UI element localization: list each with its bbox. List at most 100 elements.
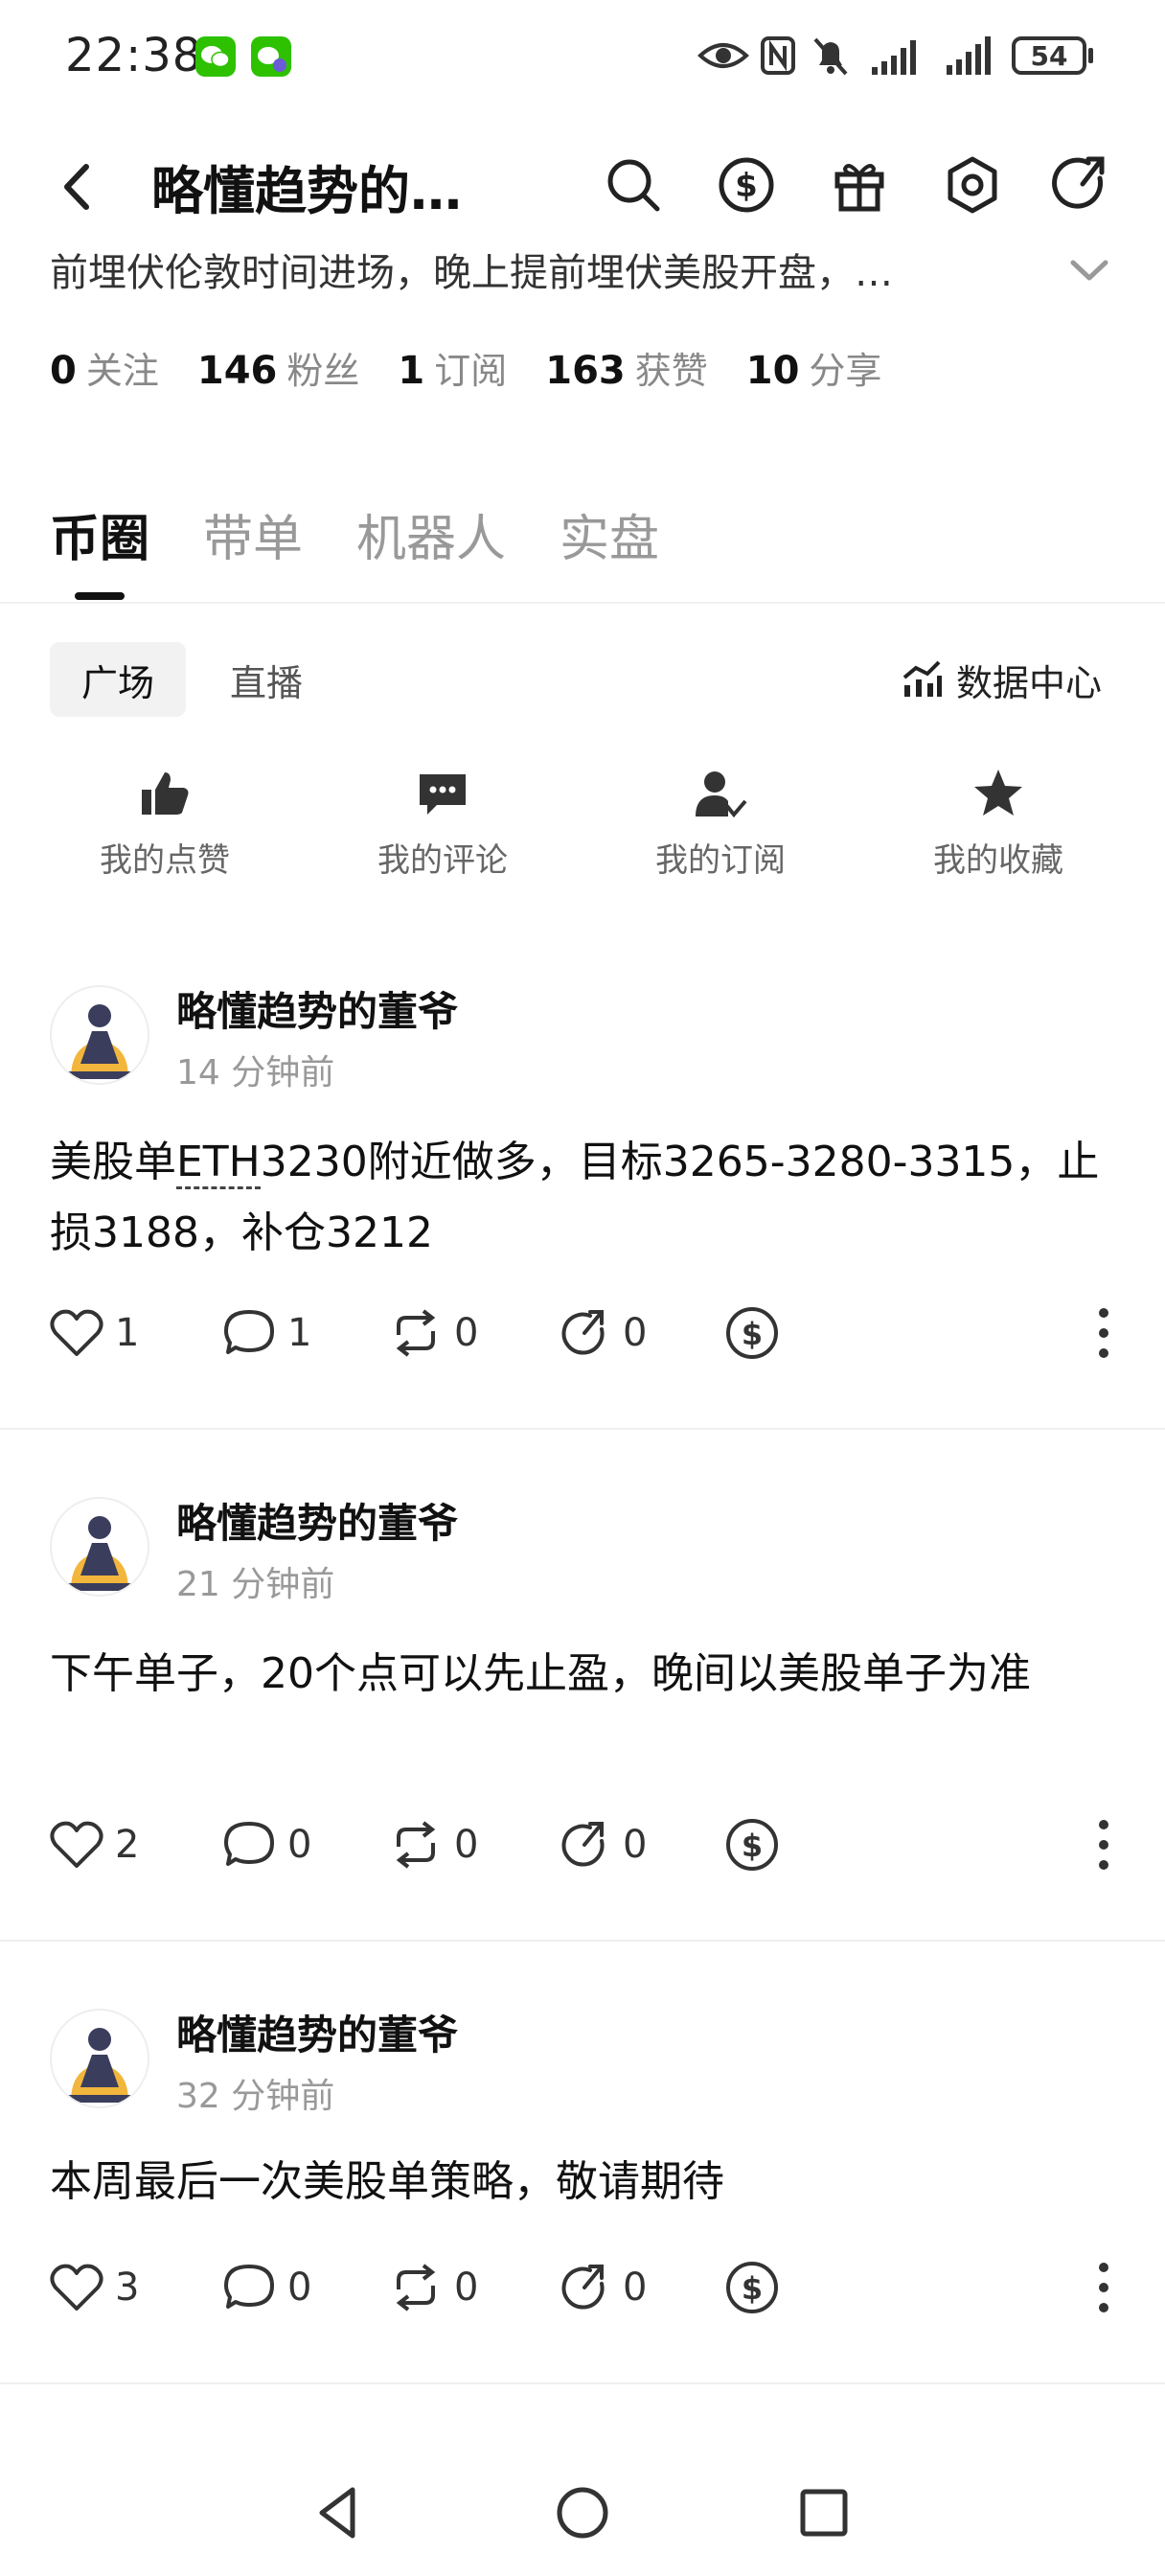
my-favorites-button[interactable]: 我的收藏 bbox=[883, 767, 1113, 881]
share-icon bbox=[561, 2265, 605, 2310]
like-count: 3 bbox=[115, 2266, 140, 2310]
my-comments-button[interactable]: 我的评论 bbox=[328, 767, 558, 881]
subtab-live[interactable]: 直播 bbox=[230, 642, 303, 717]
share-icon bbox=[561, 1822, 605, 1867]
post-actions: 3 0 0 0 $ bbox=[50, 2254, 1115, 2321]
qa-label: 我的评论 bbox=[377, 841, 508, 880]
ticker-link[interactable]: ETH bbox=[176, 1138, 261, 1189]
post-author[interactable]: 略懂趋势的董爷 bbox=[176, 2003, 458, 2061]
repost-icon bbox=[396, 2264, 436, 2312]
like-count: 2 bbox=[115, 1823, 140, 1867]
stat-label: 分享 bbox=[809, 350, 882, 392]
share-icon[interactable] bbox=[1050, 153, 1113, 217]
post-time: 32 分钟前 bbox=[176, 2077, 335, 2116]
tip-button[interactable]: $ bbox=[724, 2254, 791, 2321]
tab-indicator bbox=[75, 592, 125, 600]
post-content: 美股单ETH3230附近做多，目标3265-3280-3315，止损3188，补… bbox=[50, 1127, 1115, 1269]
avatar[interactable] bbox=[50, 985, 149, 1085]
more-icon[interactable] bbox=[1092, 1303, 1115, 1363]
stat-likes-received[interactable]: 163 获赞 bbox=[545, 341, 708, 394]
qa-label: 我的订阅 bbox=[655, 841, 786, 880]
stat-label: 获赞 bbox=[634, 350, 708, 392]
nav-home-icon[interactable] bbox=[552, 2482, 613, 2543]
my-likes-button[interactable]: 我的点赞 bbox=[50, 767, 280, 881]
chevron-down-icon[interactable] bbox=[1065, 251, 1113, 289]
divider bbox=[0, 1428, 1165, 1430]
qa-label: 我的收藏 bbox=[933, 841, 1063, 880]
repost-icon bbox=[396, 1309, 436, 1357]
repost-button[interactable]: 0 bbox=[389, 2254, 478, 2321]
more-icon[interactable] bbox=[1092, 2258, 1115, 2317]
tip-dollar-icon[interactable]: $ bbox=[715, 153, 778, 217]
tab-copy-trading[interactable]: 带单 bbox=[203, 498, 303, 570]
share-button[interactable]: 0 bbox=[558, 1811, 647, 1878]
chart-icon bbox=[902, 660, 942, 697]
stat-followers[interactable]: 146 粉丝 bbox=[197, 341, 360, 394]
subtab-plaza[interactable]: 广场 bbox=[50, 642, 186, 717]
repost-button[interactable]: 0 bbox=[389, 1300, 478, 1367]
share-button[interactable]: 0 bbox=[558, 2254, 647, 2321]
share-count: 0 bbox=[623, 1311, 648, 1355]
comment-box-icon bbox=[420, 774, 466, 815]
nav-back-icon[interactable] bbox=[308, 2482, 370, 2543]
post-card[interactable]: 略懂趋势的董爷 32 分钟前 本周最后一次美股单策略，敬请期待 3 0 0 0 … bbox=[0, 2001, 1165, 2386]
post-card[interactable]: 略懂趋势的董爷 14 分钟前 美股单ETH3230附近做多，目标3265-328… bbox=[0, 978, 1165, 1430]
tip-dollar-icon: $ bbox=[726, 2262, 778, 2313]
search-icon[interactable] bbox=[602, 153, 665, 217]
post-author[interactable]: 略懂趋势的董爷 bbox=[176, 1491, 458, 1550]
settings-icon[interactable] bbox=[941, 153, 1004, 217]
post-card[interactable]: 略懂趋势的董爷 21 分钟前 下午单子，20个点可以先止盈，晚间以美股单子为准 … bbox=[0, 1489, 1165, 1942]
status-bar: 22:38 54 bbox=[0, 0, 1165, 115]
like-button[interactable]: 3 bbox=[50, 2254, 139, 2321]
stat-label: 关注 bbox=[85, 350, 159, 392]
stat-shares[interactable]: 10 分享 bbox=[746, 341, 882, 394]
mute-bell-icon bbox=[813, 37, 848, 76]
comment-button[interactable]: 0 bbox=[222, 2254, 311, 2321]
avatar[interactable] bbox=[50, 1497, 149, 1597]
wechat-notification-icon bbox=[195, 36, 236, 77]
comment-button[interactable]: 1 bbox=[222, 1300, 311, 1367]
tip-button[interactable]: $ bbox=[724, 1300, 791, 1367]
data-center-link[interactable]: 数据中心 bbox=[901, 648, 1102, 711]
stat-subscriptions[interactable]: 1 订阅 bbox=[398, 341, 507, 394]
back-icon[interactable] bbox=[50, 153, 107, 220]
battery-level: 54 bbox=[1030, 39, 1068, 72]
more-icon[interactable] bbox=[1092, 1815, 1115, 1874]
share-button[interactable]: 0 bbox=[558, 1300, 647, 1367]
heart-icon bbox=[50, 1821, 103, 1868]
repost-count: 0 bbox=[454, 2266, 479, 2310]
comment-icon bbox=[224, 1822, 274, 1866]
like-button[interactable]: 2 bbox=[50, 1811, 139, 1878]
post-content: 下午单子，20个点可以先止盈，晚间以美股单子为准 bbox=[50, 1649, 1031, 1698]
tab-bots[interactable]: 机器人 bbox=[356, 498, 506, 570]
post-actions: 1 1 0 0 $ bbox=[50, 1300, 1115, 1367]
my-subscriptions-button[interactable]: 我的订阅 bbox=[605, 767, 835, 881]
stat-number: 0 bbox=[50, 349, 77, 393]
avatar[interactable] bbox=[50, 2009, 149, 2108]
tab-live-trading[interactable]: 实盘 bbox=[560, 498, 659, 570]
stat-number: 146 bbox=[196, 349, 278, 393]
divider bbox=[0, 1940, 1165, 1942]
post-content: 本周最后一次美股单策略，敬请期待 bbox=[50, 2157, 724, 2206]
stat-number: 10 bbox=[745, 349, 800, 393]
comment-count: 0 bbox=[287, 2266, 312, 2310]
comment-button[interactable]: 0 bbox=[222, 1811, 311, 1878]
post-actions: 2 0 0 0 $ bbox=[50, 1811, 1115, 1878]
post-author[interactable]: 略懂趋势的董爷 bbox=[176, 979, 458, 1038]
comment-icon bbox=[224, 1310, 274, 1354]
stat-following[interactable]: 0 关注 bbox=[50, 341, 159, 394]
share-count: 0 bbox=[623, 2266, 648, 2310]
svg-text:$: $ bbox=[742, 1316, 763, 1352]
stat-label: 订阅 bbox=[434, 350, 508, 392]
like-button[interactable]: 1 bbox=[50, 1300, 139, 1367]
tip-button[interactable]: $ bbox=[724, 1811, 791, 1878]
star-icon bbox=[974, 770, 1022, 816]
eye-icon bbox=[697, 43, 749, 68]
qa-label: 我的点赞 bbox=[100, 841, 230, 880]
repost-count: 0 bbox=[454, 1311, 479, 1355]
repost-button[interactable]: 0 bbox=[389, 1811, 478, 1878]
tab-crypto[interactable]: 币圈 bbox=[50, 498, 149, 570]
gift-icon[interactable] bbox=[828, 153, 891, 217]
battery-tip bbox=[1088, 48, 1093, 63]
nav-recents-icon[interactable] bbox=[793, 2482, 855, 2543]
